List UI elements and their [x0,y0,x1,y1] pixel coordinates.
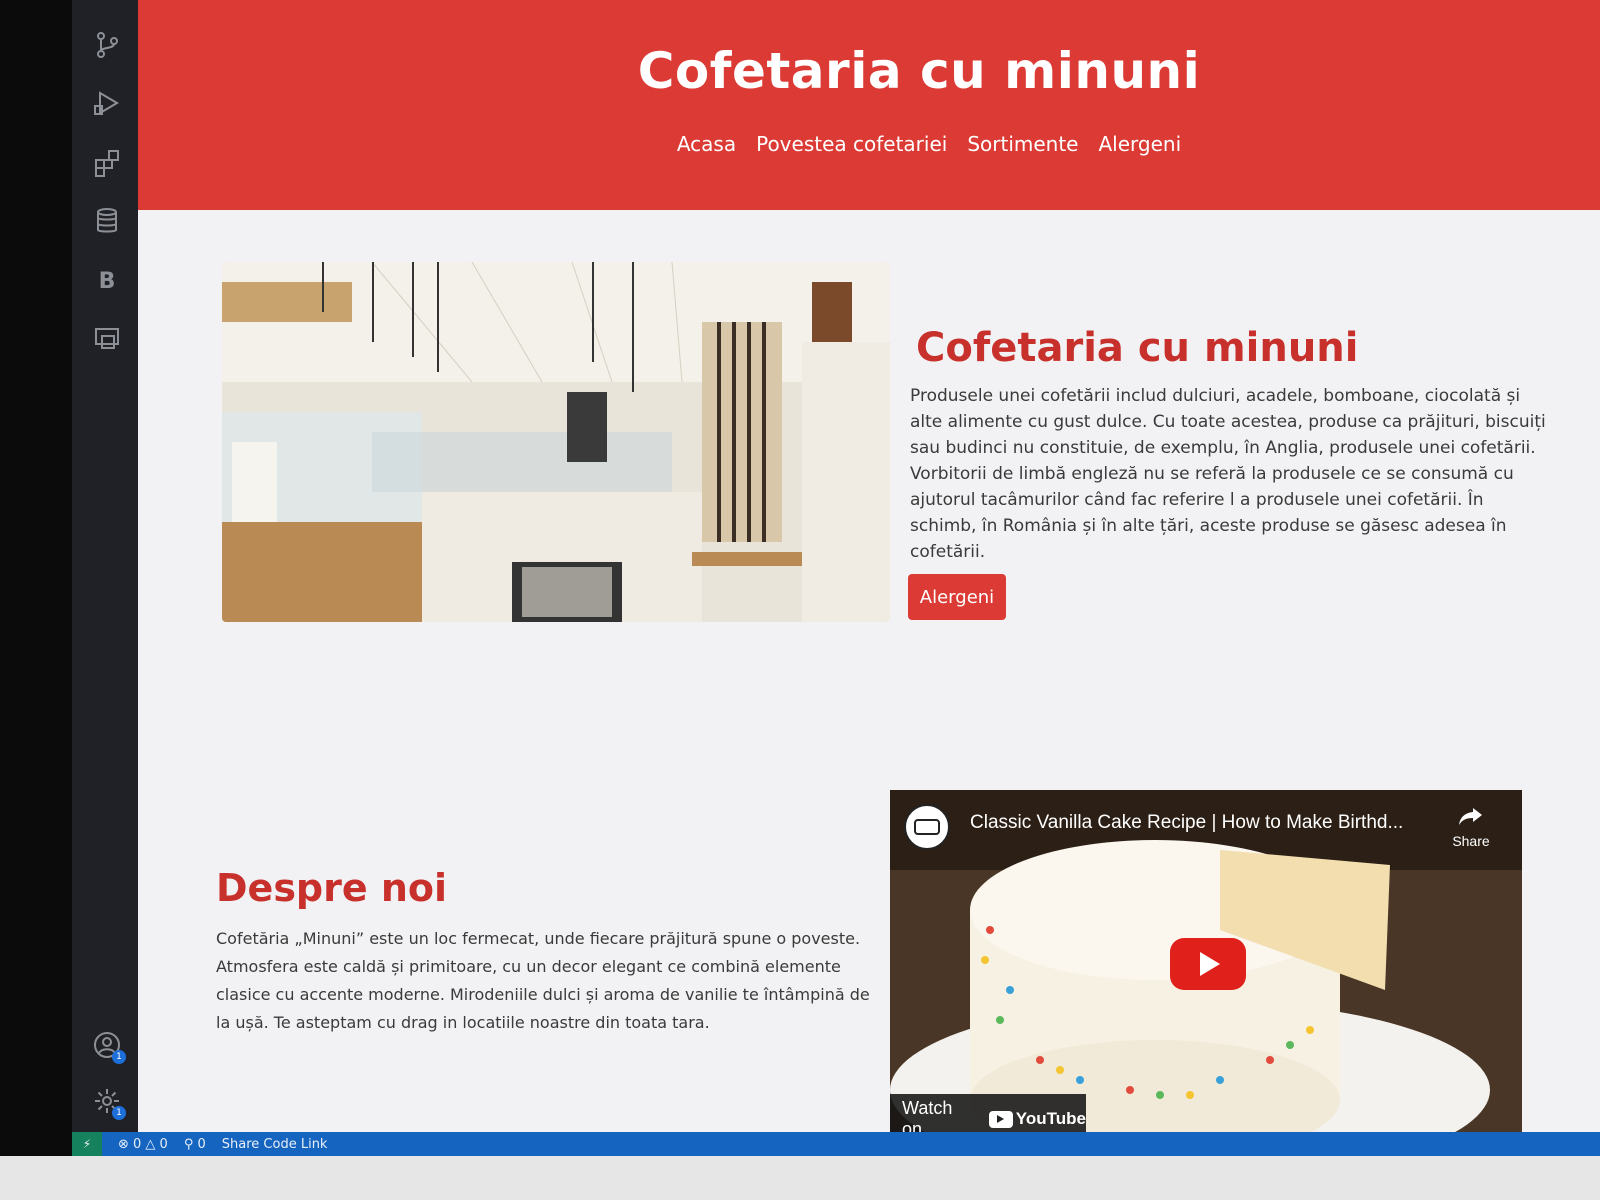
about-description: Cofetăria „Minuni” este un loc fermecat,… [216,929,870,1032]
activity-bar: B 1 1 [72,0,138,1150]
share-button[interactable]: Share [1446,806,1496,849]
video-title[interactable]: Classic Vanilla Cake Recipe | How to Mak… [970,812,1403,834]
nav-povestea-cofetariei[interactable]: Povestea cofetariei [756,132,947,156]
main-nav: Acasa Povestea cofetariei Sortimente Ale… [138,132,1600,156]
share-label: Share [1452,833,1490,849]
settings-badge: 1 [112,1106,126,1120]
run-debug-icon[interactable] [92,88,122,118]
bootstrap-icon[interactable]: B [92,266,122,296]
remote-indicator-icon[interactable]: ⚡ [72,1132,102,1156]
youtube-logo-icon: YouTube [988,1109,1086,1129]
account-icon[interactable]: 1 [92,1030,126,1064]
ports-indicator[interactable]: ⚲ 0 [184,1137,206,1152]
share-code-link[interactable]: Share Code Link [222,1137,328,1152]
hero-description: Produsele unei cofetării includ dulciuri… [910,386,1546,562]
site-header: Cofetaria cu minuni Acasa Povestea cofet… [138,0,1600,210]
nav-alergeni[interactable]: Alergeni [1099,132,1182,156]
database-icon[interactable] [92,206,122,236]
site-title: Cofetaria cu minuni [637,42,1201,100]
vscode-statusbar: ⚡ ⊗ 0 △ 0 ⚲ 0 Share Code Link [72,1132,1600,1156]
problems-indicator[interactable]: ⊗ 0 △ 0 [118,1137,168,1152]
share-arrow-icon [1459,808,1482,825]
play-icon [1200,952,1220,976]
play-button[interactable] [1170,938,1246,990]
nav-acasa[interactable]: Acasa [677,132,736,156]
about-title: Despre noi [216,866,448,910]
nav-sortimente[interactable]: Sortimente [967,132,1078,156]
remote-explorer-icon[interactable] [92,324,122,354]
youtube-label: YouTube [1015,1109,1086,1128]
hero-title: Cofetaria cu minuni [916,325,1359,371]
bakery-interior-image [222,262,890,622]
account-badge: 1 [112,1050,126,1064]
channel-avatar[interactable] [904,804,950,850]
settings-gear-icon[interactable]: 1 [92,1086,126,1120]
extensions-icon[interactable] [92,148,122,178]
source-control-icon[interactable] [92,30,122,60]
bottom-strip [0,1156,1600,1200]
browser-preview: Cofetaria cu minuni Acasa Povestea cofet… [138,0,1600,1150]
alergeni-button[interactable]: Alergeni [908,574,1006,620]
youtube-embed[interactable]: Classic Vanilla Cake Recipe | How to Mak… [890,790,1522,1144]
